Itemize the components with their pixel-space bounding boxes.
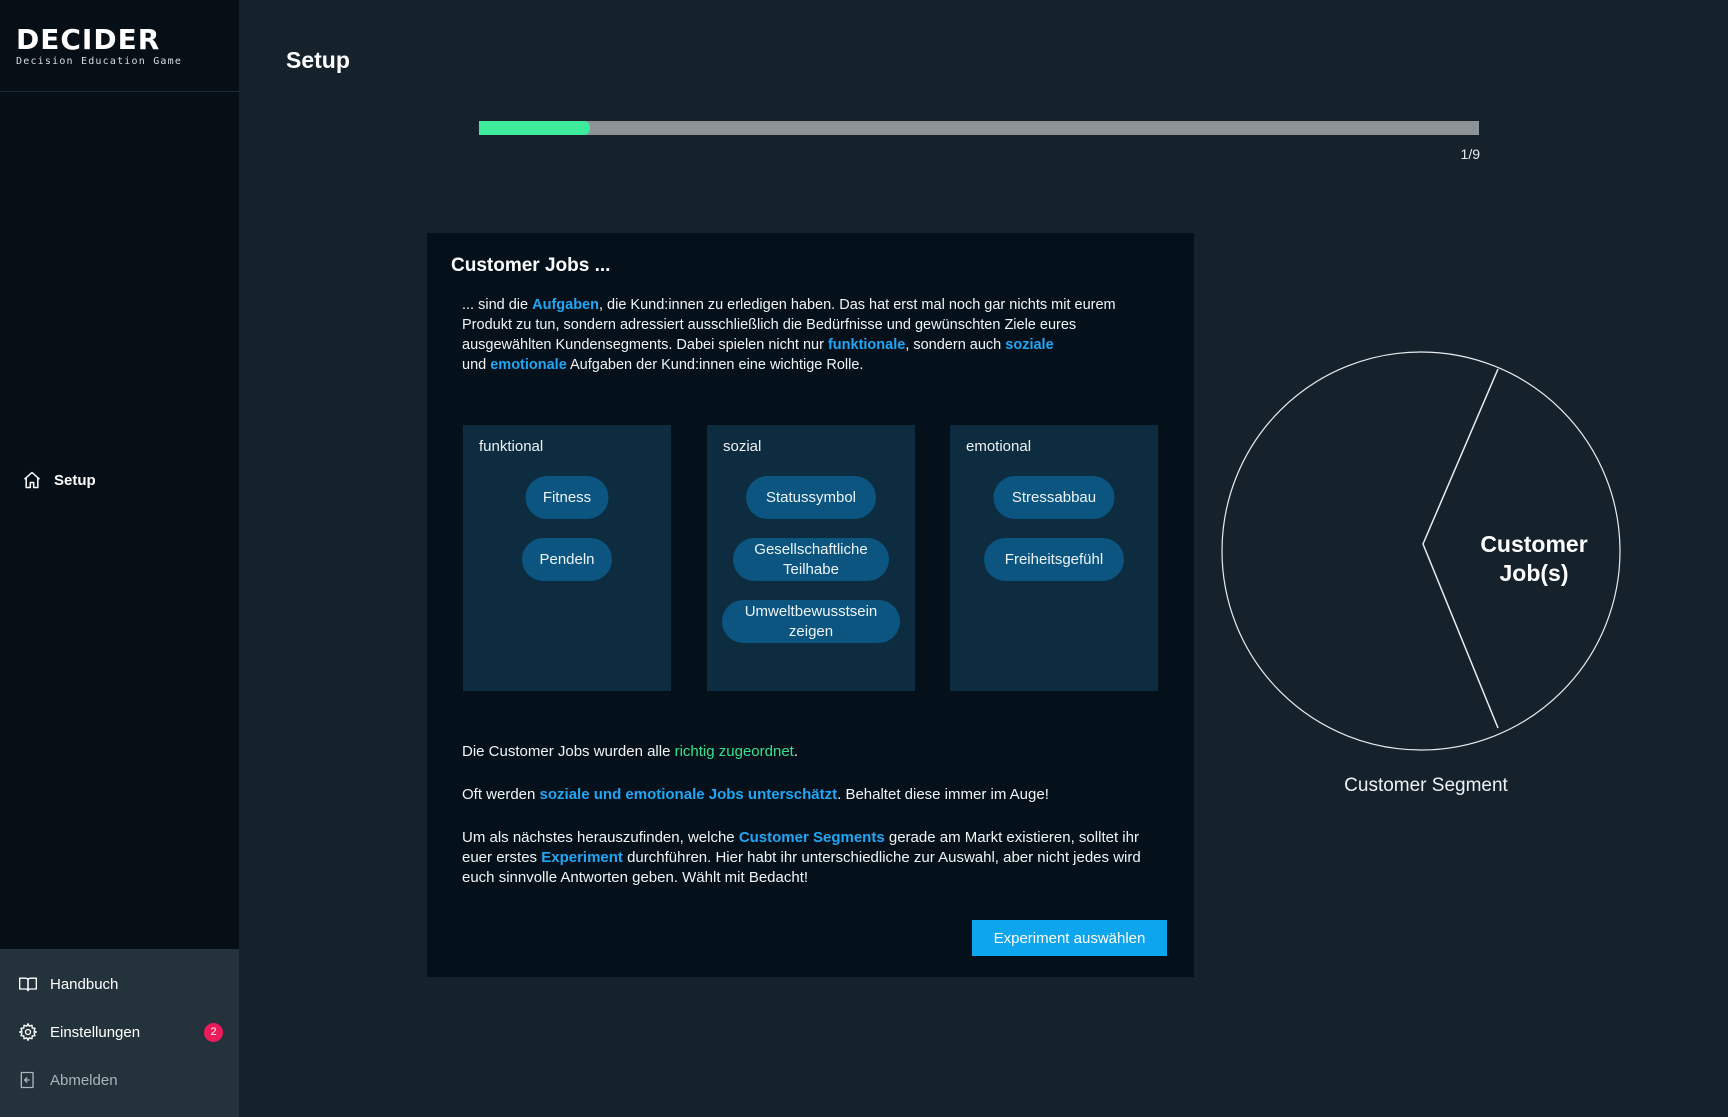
result-next-step: Um als nächstes herauszufinden, welche C… bbox=[462, 828, 1167, 888]
sidebar-item-label: Einstellungen bbox=[50, 1023, 141, 1041]
column-title: emotional bbox=[966, 438, 1032, 455]
gear-icon bbox=[19, 1023, 37, 1041]
logo-subtitle: Decision Education Game bbox=[16, 56, 183, 67]
logo[interactable]: DECIDER Decision Education Game bbox=[16, 23, 183, 68]
nav-item-setup-label: Setup bbox=[54, 471, 96, 489]
notification-badge: 2 bbox=[204, 1022, 223, 1042]
intro-text-part: , sondern auch bbox=[905, 337, 1006, 353]
segment-label-line1: Customer bbox=[1480, 531, 1587, 557]
book-icon bbox=[19, 977, 37, 992]
intro-text-part: ... sind die bbox=[462, 297, 533, 313]
sidebar-item-einstellungen[interactable]: Einstellungen 2 bbox=[18, 1022, 223, 1042]
highlight-customer-segments: Customer Segments bbox=[738, 829, 885, 846]
job-pill[interactable]: Fitness bbox=[525, 476, 609, 519]
card-title: Customer Jobs ... bbox=[451, 255, 611, 276]
column-emotional[interactable]: emotional Stressabbau Freiheitsgefühl bbox=[950, 425, 1158, 691]
result-text-part: Oft werden bbox=[462, 786, 540, 803]
customer-jobs-card: Customer Jobs ... ... sind die Aufgaben,… bbox=[427, 233, 1194, 977]
intro-text-part: Aufgaben der Kund:innen eine wichtige Ro… bbox=[566, 357, 864, 373]
result-correct: Die Customer Jobs wurden alle richtig zu… bbox=[462, 742, 1167, 762]
logo-title: DECIDER bbox=[16, 23, 161, 56]
job-pill[interactable]: Freiheitsgefühl bbox=[984, 538, 1124, 581]
job-pill[interactable]: Pendeln bbox=[522, 538, 612, 581]
progress-bar-fill bbox=[479, 121, 591, 135]
job-pill[interactable]: Statussymbol bbox=[746, 476, 876, 519]
sidebar: DECIDER Decision Education Game Setup Ha… bbox=[0, 0, 239, 1117]
home-icon bbox=[24, 471, 40, 489]
sidebar-item-label: Abmelden bbox=[50, 1071, 118, 1089]
column-funktional[interactable]: funktional Fitness Pendeln bbox=[463, 425, 671, 691]
highlight-aufgaben: Aufgaben bbox=[532, 297, 599, 313]
intro-text: ... sind die Aufgaben, die Kund:innen zu… bbox=[462, 295, 1167, 375]
result-text-part: . Behaltet diese immer im Auge! bbox=[837, 786, 1049, 803]
job-pill[interactable]: Umweltbewusstsein zeigen bbox=[722, 600, 900, 643]
sidebar-bottom: Handbuch Einstellungen 2 Abmelden bbox=[0, 949, 239, 1117]
column-sozial[interactable]: sozial Statussymbol Gesellschaftliche Te… bbox=[707, 425, 915, 691]
job-pill[interactable]: Stressabbau bbox=[993, 476, 1115, 519]
result-text-part: Die Customer Jobs wurden alle bbox=[462, 743, 675, 760]
intro-text-part: und bbox=[462, 357, 491, 373]
sidebar-item-label: Handbuch bbox=[50, 975, 119, 993]
page-title: Setup bbox=[286, 47, 350, 73]
result-hint: Oft werden soziale und emotionale Jobs u… bbox=[462, 785, 1167, 805]
highlight-funktionale: funktionale bbox=[827, 337, 906, 353]
column-title: funktional bbox=[479, 438, 544, 455]
result-text-part: . bbox=[793, 743, 799, 760]
divider bbox=[0, 91, 239, 92]
progress-label: 1/9 bbox=[1460, 146, 1480, 162]
column-title: sozial bbox=[723, 438, 762, 455]
sidebar-item-abmelden[interactable]: Abmelden bbox=[18, 1070, 223, 1090]
logout-icon bbox=[20, 1071, 34, 1089]
job-pill[interactable]: Gesellschaftliche Teilhabe bbox=[733, 538, 889, 581]
diagram-caption: Customer Segment bbox=[1344, 775, 1508, 796]
highlight-correct: richtig zugeordnet bbox=[674, 743, 794, 760]
highlight-emotionale: emotionale bbox=[490, 357, 567, 373]
highlight-soziale: soziale bbox=[1005, 337, 1054, 353]
highlight-underestimated: soziale und emotionale Jobs unterschätzt bbox=[539, 786, 838, 803]
customer-segment-diagram: Customer Job(s) bbox=[1221, 351, 1621, 751]
experiment-select-button[interactable]: Experiment auswählen bbox=[972, 920, 1167, 956]
progress-bar bbox=[479, 121, 1479, 135]
nav-item-setup[interactable]: Setup bbox=[22, 470, 96, 490]
result-text-part: Um als nächstes herauszufinden, welche bbox=[462, 829, 739, 846]
segment-label-line2: Job(s) bbox=[1500, 560, 1569, 586]
highlight-experiment: Experiment bbox=[541, 849, 623, 866]
sidebar-item-handbuch[interactable]: Handbuch bbox=[18, 974, 223, 994]
